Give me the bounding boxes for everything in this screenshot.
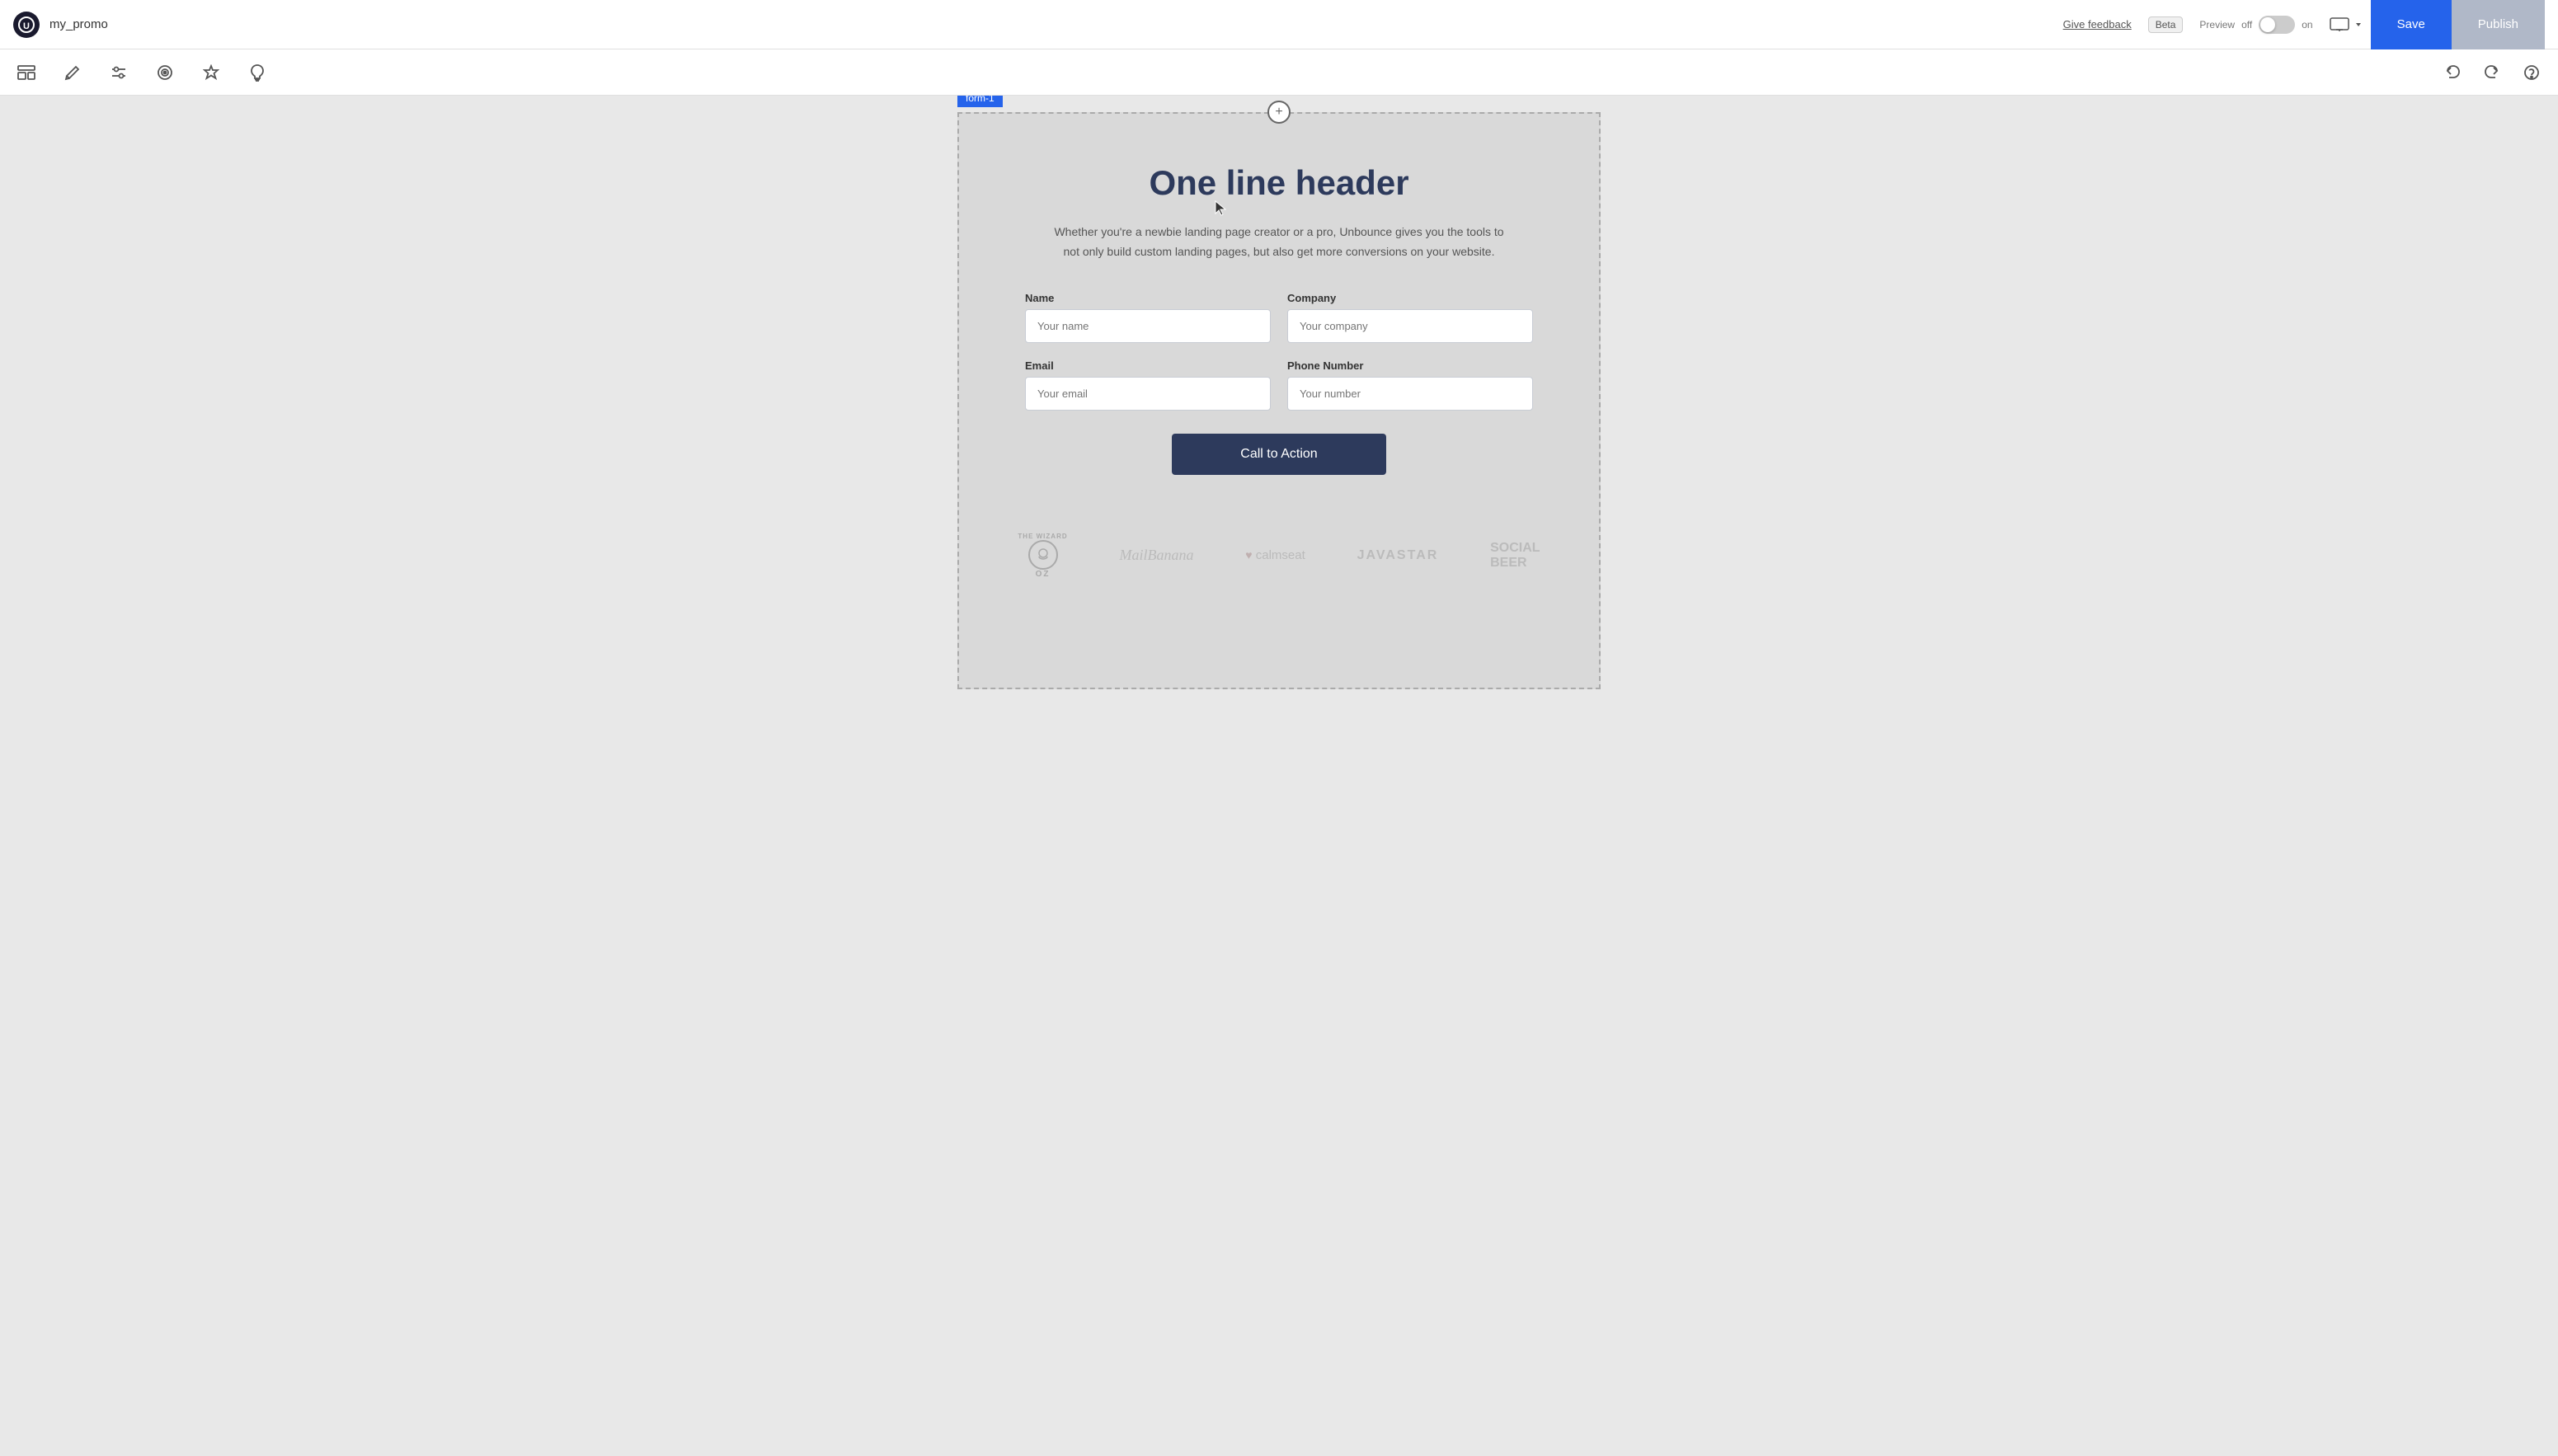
name-input[interactable] (1025, 309, 1271, 343)
project-name: my_promo (49, 17, 108, 31)
phone-label: Phone Number (1287, 359, 1533, 372)
cta-button[interactable]: Call to Action (1172, 434, 1386, 475)
preview-label: Preview (2199, 19, 2235, 31)
javastar-logo: JAVASTAR (1357, 548, 1439, 563)
form-section-badge[interactable]: form-1 (957, 96, 1003, 107)
edit-tool-icon[interactable] (59, 59, 86, 86)
target-tool-icon[interactable] (152, 59, 178, 86)
beta-badge: Beta (2148, 16, 2184, 33)
email-input[interactable] (1025, 377, 1271, 411)
save-button[interactable]: Save (2371, 0, 2452, 49)
company-input[interactable] (1287, 309, 1533, 343)
redo-button[interactable] (2479, 59, 2505, 86)
svg-text:U: U (23, 21, 30, 31)
device-selector[interactable] (2330, 17, 2363, 32)
toggle-knob (2260, 17, 2275, 32)
page-canvas: One line header Whether you're a newbie … (957, 112, 1601, 689)
help-button[interactable] (2518, 59, 2545, 86)
wizard-circle-icon (1028, 540, 1058, 570)
name-label: Name (1025, 292, 1271, 304)
integrations-tool-icon[interactable] (198, 59, 224, 86)
top-toolbar: U my_promo Give feedback Beta Preview of… (0, 0, 2558, 49)
page-content-section: One line header Whether you're a newbie … (959, 114, 1599, 508)
logos-section: THE WIZARD OZ MailBanana ♥ calmseat JAVA… (959, 508, 1599, 604)
give-feedback-link[interactable]: Give feedback (2063, 18, 2132, 31)
calmseat-logo: ♥ calmseat (1245, 548, 1305, 562)
app-logo: U (13, 12, 40, 38)
page-subtitle: Whether you're a newbie landing page cre… (1048, 223, 1510, 262)
preview-off-label: off (2241, 19, 2252, 31)
undo-button[interactable] (2439, 59, 2466, 86)
landing-form: Name Company Email (1025, 292, 1533, 475)
mailbanana-logo: MailBanana (1119, 547, 1193, 564)
sections-tool-icon[interactable] (13, 59, 40, 86)
canvas-area: form-1 + One line header Whether you're … (0, 96, 2558, 1456)
socialbeer-logo: SOCIALBEER (1490, 541, 1540, 570)
preview-on-label: on (2302, 19, 2312, 31)
page-title: One line header (1025, 163, 1533, 203)
second-toolbar (0, 49, 2558, 96)
lightbulb-tool-icon[interactable] (244, 59, 270, 86)
publish-button[interactable]: Publish (2452, 0, 2545, 49)
wizard-logo: THE WIZARD OZ (1018, 533, 1067, 580)
email-label: Email (1025, 359, 1271, 372)
add-section-button[interactable]: + (1267, 101, 1291, 124)
preview-toggle-group: Preview off on (2199, 16, 2312, 34)
phone-input[interactable] (1287, 377, 1533, 411)
company-label: Company (1287, 292, 1533, 304)
preview-toggle-switch[interactable] (2259, 16, 2295, 34)
sliders-tool-icon[interactable] (106, 59, 132, 86)
